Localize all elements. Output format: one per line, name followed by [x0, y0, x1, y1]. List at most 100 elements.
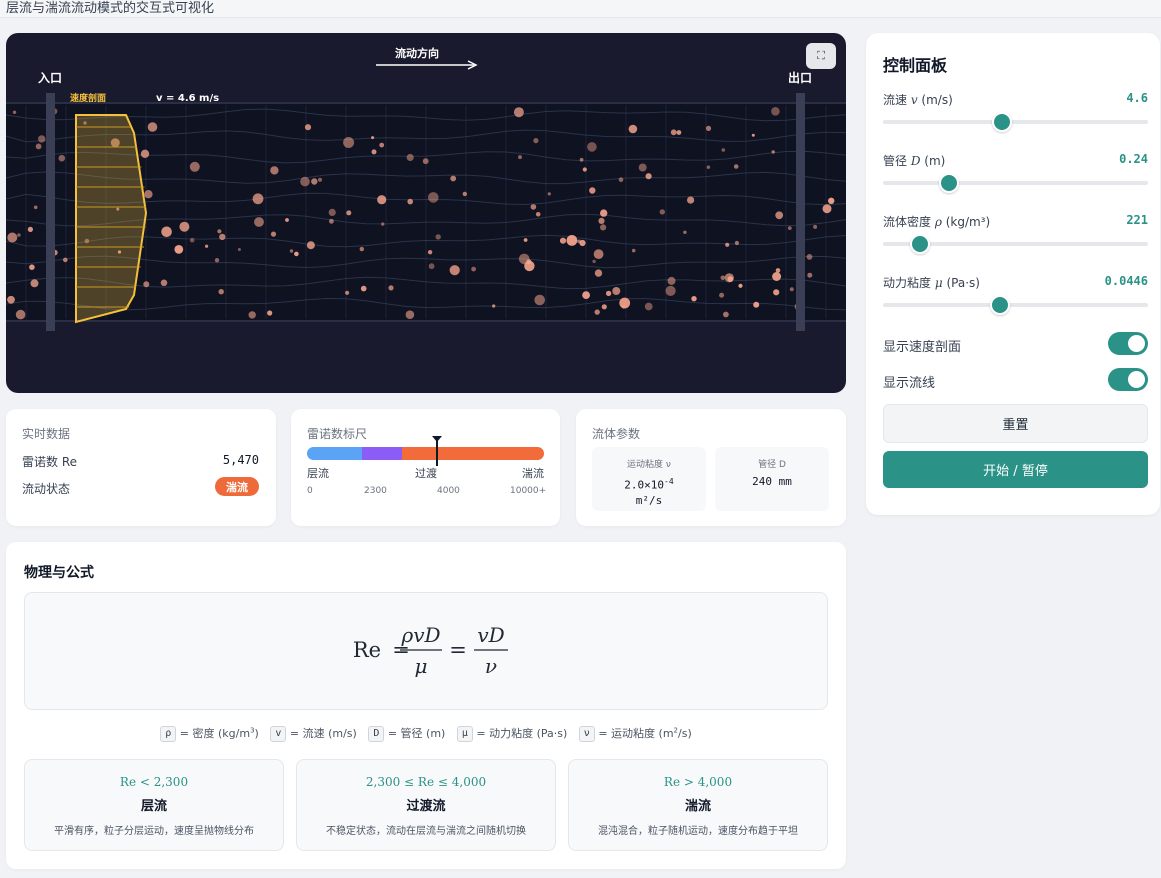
diameter-slider-track[interactable] [883, 181, 1148, 185]
particle [174, 245, 184, 254]
scale-title: 雷诺数标尺 [307, 427, 368, 441]
velocity-value: 4.6 [1126, 91, 1148, 105]
particle [775, 268, 781, 273]
velocity-readout: v = 4.6 m/s [156, 93, 219, 104]
particle [721, 148, 726, 152]
particle [371, 136, 375, 140]
particle [343, 137, 355, 148]
particle [35, 143, 42, 150]
particle [217, 229, 222, 234]
particle [33, 205, 38, 210]
flow-canvas: 入口 出口 流动方向 速度剖面 v = 4.6 m/s [6, 46, 846, 331]
scale-laminar-zone [307, 447, 362, 460]
regime-condition: Re < 2,300 [119, 775, 189, 789]
viscosity-slider-track[interactable] [883, 303, 1148, 307]
density-control: 流体密度 ρ (kg/m³) 221 [883, 213, 1148, 258]
particle [601, 304, 607, 310]
particle [523, 238, 528, 242]
particle [329, 218, 334, 224]
particle [270, 166, 279, 175]
particle [734, 240, 740, 246]
particle [492, 304, 496, 308]
particle [725, 242, 730, 247]
diameter-label: 管径 D (m) [883, 154, 946, 168]
streamlines-toggle-label: 显示流线 [883, 376, 936, 391]
viscosity-slider-thumb[interactable] [989, 295, 1010, 315]
formula-denominator-1: μ [415, 654, 428, 678]
fluid-params-card: 流体参数 运动粘度 ν 2.0×10-4 m²/s 管径 D 240 mm [576, 409, 846, 526]
kinematic-value: 2.0×10-4 m²/s [624, 477, 674, 507]
particle [237, 248, 241, 251]
velocity-control: 流速 v (m/s) 4.6 [883, 91, 1148, 136]
particle [733, 164, 739, 169]
particle [29, 264, 35, 270]
particle [189, 161, 200, 172]
density-slider-thumb[interactable] [910, 234, 931, 254]
regime-condition: 2,300 ≤ Re ≤ 4,000 [365, 775, 487, 789]
particle [179, 221, 190, 232]
particle [381, 222, 385, 226]
inlet-label: 入口 [38, 71, 62, 85]
particle [628, 124, 638, 134]
particle [328, 208, 336, 216]
reset-button[interactable]: 重置 [883, 404, 1148, 443]
physics-section: 物理与公式 Re = ρvD μ = vD ν ρ = 密度 (kg/m3) v… [6, 542, 846, 869]
particle [619, 297, 631, 309]
particle [449, 265, 460, 276]
particle [530, 204, 537, 210]
panel-title: 控制面板 [883, 56, 948, 75]
start-pause-button[interactable]: 开始 / 暂停 [883, 451, 1148, 488]
page-title: 层流与湍流流动模式的交互式可视化 [6, 1, 215, 16]
zone-transition-label: 过渡 [415, 467, 437, 480]
particle [435, 234, 441, 240]
particle [428, 192, 439, 203]
page-header: 层流与湍流流动模式的交互式可视化 [0, 0, 1161, 18]
particle [687, 196, 695, 204]
particle [7, 232, 18, 243]
particle [377, 195, 387, 205]
reynolds-scale-bar [307, 447, 544, 460]
streamlines-toggle[interactable] [1108, 368, 1148, 391]
particle [665, 285, 676, 296]
realtime-title: 实时数据 [22, 427, 71, 441]
profile-toggle-label: 显示速度剖面 [883, 340, 962, 355]
particle [219, 233, 226, 241]
particle [813, 224, 818, 229]
regime-description: 不稳定状态，流动在层流与湍流之间随机切换 [326, 826, 526, 837]
scale-transition-zone [362, 447, 402, 460]
particle [407, 198, 414, 205]
legend-item-viscosity: μ = 动力粘度 (Pa·s) [456, 726, 567, 742]
legend-item-density: ρ = 密度 (kg/m3) [160, 726, 259, 742]
reynolds-label: 雷诺数 Re [22, 455, 77, 469]
particle [450, 175, 457, 182]
profile-toggle[interactable] [1108, 332, 1148, 355]
profile-toggle-row: 显示速度剖面 [883, 332, 1148, 356]
physics-title: 物理与公式 [24, 565, 94, 581]
particle [828, 197, 835, 204]
scale-tick: 2300 [364, 486, 387, 496]
formula-numerator-1: ρvD [400, 623, 440, 647]
particle [405, 310, 415, 320]
regime-condition: Re > 4,000 [663, 775, 733, 789]
particle [751, 133, 755, 137]
velocity-slider-thumb[interactable] [992, 112, 1013, 132]
fullscreen-button[interactable]: ⛶ [806, 43, 836, 69]
velocity-slider-track[interactable] [883, 120, 1148, 124]
velocity-label: 流速 v (m/s) [883, 93, 953, 107]
flow-visualization[interactable]: 入口 出口 流动方向 速度剖面 v = 4.6 m/s ⛶ [6, 33, 846, 393]
particle [638, 163, 647, 172]
particle [379, 142, 385, 148]
particle [771, 150, 775, 154]
particle [533, 138, 539, 144]
particle [427, 250, 433, 255]
diameter-slider-thumb[interactable] [939, 173, 960, 193]
density-label: 流体密度 ρ (kg/m³) [883, 215, 991, 229]
particle [667, 276, 676, 285]
particle [724, 273, 734, 283]
diameter-value: 0.24 [1119, 152, 1148, 166]
regime-description: 混沌混合，粒子随机运动，速度分布趋于平坦 [598, 826, 798, 837]
kinematic-viscosity-box: 运动粘度 ν 2.0×10-4 m²/s [592, 447, 706, 511]
scale-turbulent-zone [402, 447, 544, 460]
regime-card-laminar: Re < 2,300 层流 平滑有序，粒子分层运动，速度呈抛物线分布 [24, 759, 284, 851]
legend-item-velocity: v = 流速 (m/s) [270, 726, 357, 742]
